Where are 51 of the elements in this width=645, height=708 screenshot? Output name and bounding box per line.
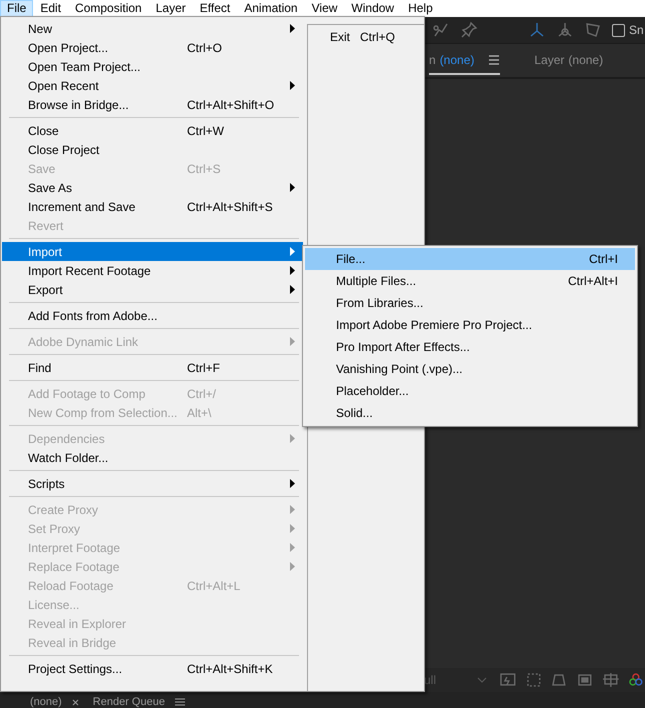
panel-tab[interactable]: Layer (none) — [534, 46, 604, 74]
menu-item[interactable]: Solid... — [305, 402, 635, 424]
menu-item[interactable]: Close Ctrl+W — [2, 121, 303, 140]
menu-item[interactable]: Find Ctrl+F — [2, 358, 303, 377]
menu-item[interactable]: Add Fonts from Adobe... — [2, 306, 303, 325]
menu-item[interactable]: Open Project... Ctrl+O — [2, 38, 303, 57]
menu-item[interactable]: Exit Ctrl+Q — [308, 27, 424, 46]
menu-bar-item[interactable]: Animation — [237, 0, 305, 17]
menu-item[interactable]: Watch Folder... — [2, 448, 303, 467]
menu-bar-item[interactable]: Effect — [192, 0, 238, 17]
menu-item[interactable]: File... Ctrl+I — [305, 248, 635, 270]
axis-icon[interactable] — [556, 21, 574, 39]
menu-bar-item[interactable]: Edit — [33, 0, 68, 17]
menu-bar-item[interactable]: Composition — [68, 0, 149, 17]
pin-icon[interactable] — [460, 21, 478, 39]
close-icon[interactable] — [72, 698, 79, 706]
menu-item[interactable]: Export — [2, 280, 303, 299]
menu-icon[interactable] — [488, 54, 500, 64]
menu-item[interactable]: Increment and Save Ctrl+Alt+Shift+S — [2, 197, 303, 216]
menu-icon[interactable] — [174, 698, 185, 706]
menu-item[interactable]: Vanishing Point (.vpe)... — [305, 358, 635, 380]
menu-item[interactable]: Open Recent — [2, 76, 303, 95]
menu-item[interactable]: Multiple Files... Ctrl+Alt+I — [305, 270, 635, 292]
menu-item[interactable]: New — [2, 19, 303, 38]
menu-bar-item[interactable]: Window — [344, 0, 402, 17]
menu-item[interactable]: Scripts — [2, 474, 303, 493]
menu-bar-item[interactable]: File — [0, 0, 34, 17]
menu-bar-item[interactable]: Help — [401, 0, 440, 17]
menu-item[interactable]: Pro Import After Effects... — [305, 336, 635, 358]
checkbox[interactable] — [612, 24, 625, 36]
panel-tab[interactable]: (none) — [30, 696, 85, 708]
panel-tab[interactable]: n (none) — [429, 46, 500, 74]
menu-item[interactable]: Import Adobe Premiere Pro Project... — [305, 314, 635, 336]
region-icon[interactable] — [602, 671, 620, 689]
menu-item[interactable]: Import — [2, 242, 303, 261]
checkbox-label: Sn — [629, 23, 644, 37]
menu-bar-item[interactable]: View — [304, 0, 344, 17]
menu-item[interactable]: Import Recent Footage — [2, 261, 303, 280]
menu-bar-item[interactable]: Layer — [148, 0, 193, 17]
transform-icon[interactable] — [584, 21, 602, 39]
menu-item[interactable]: From Libraries... — [305, 292, 635, 314]
panel-tab[interactable]: Render Queue — [92, 696, 191, 708]
chevron-down-icon — [476, 677, 487, 683]
menu-item[interactable]: Placeholder... — [305, 380, 635, 402]
menu-item[interactable]: Save As — [2, 178, 303, 197]
menu-item[interactable]: Open Team Project... — [2, 57, 303, 76]
menu-item[interactable]: Project Settings... Ctrl+Alt+Shift+K — [2, 659, 303, 678]
menu-item[interactable]: Close Project — [2, 140, 303, 159]
axis-icon[interactable] — [528, 21, 546, 39]
grid-icon[interactable] — [524, 671, 542, 689]
menu-item[interactable]: Browse in Bridge... Ctrl+Alt+Shift+O — [2, 95, 303, 114]
